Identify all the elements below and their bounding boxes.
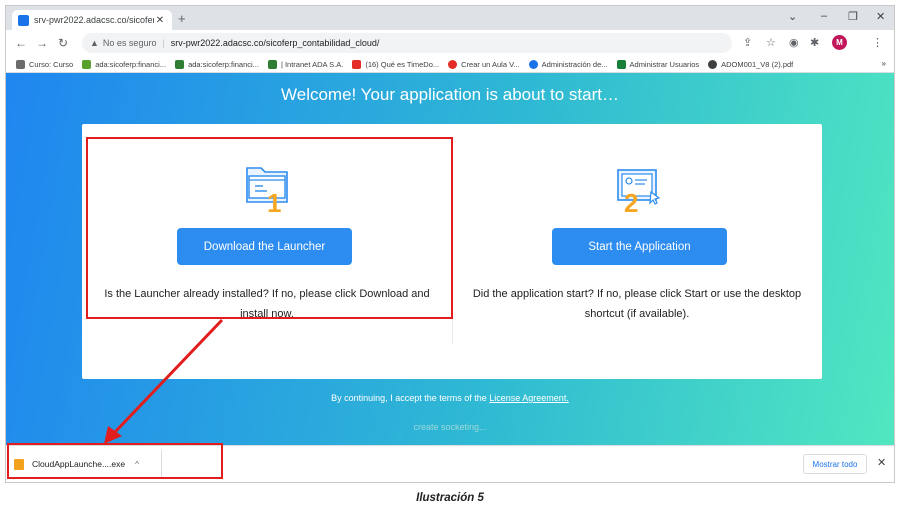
security-label[interactable]: No es seguro <box>103 38 157 48</box>
status-text: create socketing... <box>413 422 487 432</box>
bookmarks-overflow-icon[interactable]: » <box>882 59 886 68</box>
tab-title: srv-pwr2022.adacsc.co/sicoferp_c <box>34 15 154 25</box>
sicoferp-icon <box>82 59 92 69</box>
bookmark-label: ada:sicoferp:financi... <box>188 59 259 69</box>
bookmark-item[interactable]: ada:sicoferp:financi... <box>82 59 167 69</box>
tab-close-icon[interactable]: ✕ <box>154 15 166 26</box>
bookmark-label: ada:sicoferp:financi... <box>95 59 167 69</box>
address-bar[interactable]: ▲ No es seguro | srv-pwr2022.adacsc.co/s… <box>82 33 732 53</box>
bookmark-label: Curso: Curso <box>29 59 74 69</box>
minimize-icon[interactable]: – <box>821 10 827 22</box>
new-tab-button[interactable]: + <box>178 11 186 26</box>
url-text[interactable]: srv-pwr2022.adacsc.co/sicoferp_contabili… <box>171 38 380 48</box>
tab-search-icon[interactable]: ⌄ <box>788 10 797 23</box>
address-separator: | <box>162 38 165 48</box>
bookmark-label: Administrar Usuarios <box>629 59 700 69</box>
window-close-icon[interactable]: ✕ <box>876 10 885 23</box>
consent-text: By continuing, I accept the terms of the… <box>6 393 894 403</box>
bookmark-item[interactable]: Administración de... <box>528 59 608 69</box>
bookmark-label: ADOM001_V8 (2).pdf <box>721 59 794 69</box>
bookmark-item[interactable]: (16) Qué es TimeDo... <box>352 59 440 69</box>
bookmark-item[interactable]: ada:sicoferp:financi... <box>175 59 259 69</box>
bookmark-item[interactable]: ADOM001_V8 (2).pdf <box>708 59 794 69</box>
tab-strip: srv-pwr2022.adacsc.co/sicoferp_c ✕ + ⌄ –… <box>6 6 894 30</box>
bookmark-item[interactable]: Administrar Usuarios <box>616 59 700 69</box>
license-agreement-link[interactable]: License Agreement. <box>489 393 569 403</box>
youtube-icon <box>352 59 362 69</box>
profile-avatar[interactable]: M <box>832 35 847 50</box>
show-all-button[interactable]: Mostrar todo <box>803 454 867 474</box>
bookmark-label: Administración de... <box>541 59 608 69</box>
page-title: Welcome! Your application is about to st… <box>281 85 619 104</box>
reload-icon[interactable]: ↻ <box>58 36 68 50</box>
bookmark-item[interactable]: Curso: Curso <box>16 59 74 69</box>
bookmark-item[interactable]: | Intranet ADA S.A. <box>267 59 344 69</box>
bookmark-label: (16) Qué es TimeDo... <box>365 59 440 69</box>
bookmark-item[interactable]: Crear un Aula V... <box>448 59 520 69</box>
extensions-puzzle-icon[interactable]: ✱ <box>810 36 819 49</box>
browser-tab[interactable]: srv-pwr2022.adacsc.co/sicoferp_c ✕ <box>12 10 172 30</box>
bookmark-label: | Intranet ADA S.A. <box>280 59 344 69</box>
start-application-button[interactable]: Start the Application <box>552 228 727 265</box>
warning-icon: ▲ <box>90 38 99 48</box>
start-instructions: Did the application start? If no, please… <box>472 288 802 320</box>
step-start: 2 Start the Application Did the applicat… <box>452 124 822 379</box>
globe-icon <box>708 59 718 69</box>
menu-kebab-icon[interactable]: ⋮ <box>872 36 883 49</box>
course-icon <box>16 59 25 69</box>
browser-toolbar: ← → ↻ ▲ No es seguro | srv-pwr2022.adacs… <box>6 30 894 56</box>
consent-prefix: By continuing, I accept the terms of the <box>331 393 487 403</box>
restore-icon[interactable]: ❐ <box>848 10 858 23</box>
step-number-2: 2 <box>624 188 638 214</box>
ada-icon <box>175 59 185 69</box>
shelf-close-icon[interactable]: ✕ <box>877 456 886 469</box>
globe-icon <box>528 59 538 69</box>
back-arrow-icon[interactable]: ← <box>15 36 27 50</box>
bookmark-label: Crear un Aula V... <box>461 59 520 69</box>
bookmark-star-icon[interactable]: ☆ <box>766 36 776 49</box>
bookmarks-bar: Curso: Curso ada:sicoferp:financi... ada… <box>6 56 894 73</box>
highlight-download-step <box>86 137 453 319</box>
extension-circle-icon[interactable]: ◉ <box>789 36 799 49</box>
ada-icon <box>267 59 277 69</box>
highlight-download-item <box>7 443 223 479</box>
figure-caption: Ilustración 5 <box>416 492 484 504</box>
application-window-icon: 2 <box>617 169 661 214</box>
drive-icon <box>616 59 626 69</box>
forward-arrow-icon[interactable]: → <box>36 36 48 50</box>
site-favicon-icon <box>18 14 29 26</box>
youtube-icon <box>448 59 458 69</box>
share-icon[interactable]: ⇪ <box>743 36 752 49</box>
